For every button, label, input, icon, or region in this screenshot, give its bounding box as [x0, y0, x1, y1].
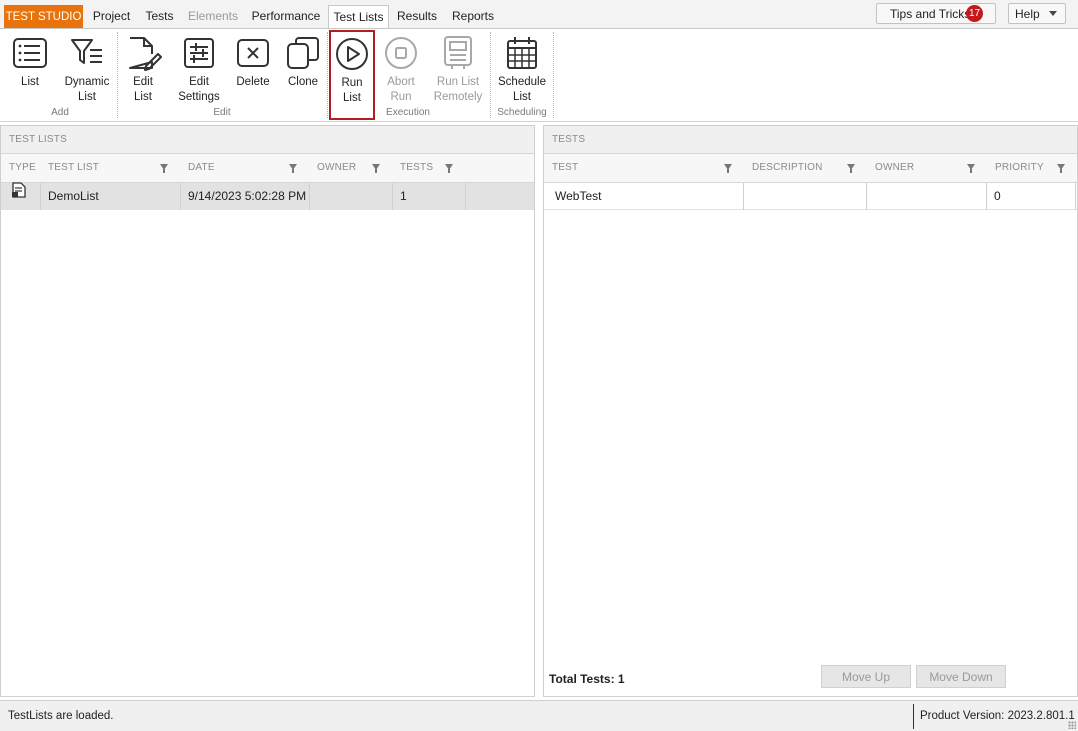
- tests-panel: TESTS TEST DESCRIPTION OWNER PRIORITY We…: [543, 125, 1078, 697]
- col-header-type[interactable]: TYPE: [2, 154, 40, 182]
- group-label-execution: Execution: [386, 107, 430, 118]
- play-icon: [333, 35, 371, 73]
- status-bar: TestLists are loaded. Product Version: 2…: [0, 700, 1078, 731]
- test-lists-column-headers: TYPE TEST LIST DATE OWNER TESTS: [1, 154, 534, 183]
- help-label: Help: [1015, 6, 1040, 21]
- clone-label: Clone: [287, 76, 319, 88]
- tab-reports[interactable]: Reports: [447, 5, 499, 28]
- filter-icon[interactable]: [445, 164, 453, 173]
- row-description: [744, 183, 867, 210]
- edit-list-button[interactable]: Edit List: [123, 34, 163, 108]
- test-list-icon: [10, 181, 28, 209]
- ribbon-toolbar: List Dynamic List Add Edit List Edit Set…: [0, 28, 1078, 122]
- edit-document-icon: [124, 34, 162, 72]
- row-priority: 0: [987, 183, 1076, 210]
- row-type-cell: [1, 181, 41, 210]
- total-tests-label: Total Tests: 1: [549, 672, 625, 686]
- chevron-down-icon: [1049, 11, 1057, 16]
- edit-settings-button[interactable]: Edit Settings: [175, 34, 223, 108]
- dynamic-list-button[interactable]: Dynamic List: [61, 34, 113, 108]
- tests-column-headers: TEST DESCRIPTION OWNER PRIORITY: [544, 154, 1077, 183]
- filter-icon[interactable]: [160, 164, 168, 173]
- run-list-button[interactable]: Run List: [329, 30, 375, 120]
- menu-bar: TEST STUDIO Project Tests Elements Perfo…: [0, 0, 1078, 29]
- col-header-test[interactable]: TEST: [545, 154, 743, 182]
- stop-icon: [382, 34, 420, 72]
- resize-grip-icon[interactable]: [1068, 721, 1076, 729]
- move-up-button[interactable]: Move Up: [821, 665, 911, 688]
- status-message: TestLists are loaded.: [8, 710, 114, 722]
- test-lists-panel: TEST LISTS TYPE TEST LIST DATE OWNER TES…: [0, 125, 535, 697]
- row-owner: [310, 183, 393, 210]
- group-separator: [490, 32, 491, 118]
- abort-run-label: Abort Run: [387, 76, 415, 103]
- filter-icon[interactable]: [967, 164, 975, 173]
- tips-count-badge: 17: [966, 5, 983, 22]
- delete-button[interactable]: Delete: [233, 34, 273, 108]
- test-studio-tab[interactable]: TEST STUDIO: [4, 5, 83, 28]
- tips-label: Tips and Tricks: [890, 6, 971, 21]
- tab-results[interactable]: Results: [393, 5, 441, 28]
- test-lists-panel-title: TEST LISTS: [1, 126, 534, 154]
- edit-list-label: Edit List: [133, 76, 153, 103]
- move-down-button[interactable]: Move Down: [916, 665, 1006, 688]
- settings-sliders-icon: [180, 34, 218, 72]
- col-header-test-list[interactable]: TEST LIST: [41, 154, 179, 182]
- tab-tests[interactable]: Tests: [140, 5, 179, 28]
- calendar-icon: [503, 34, 541, 72]
- schedule-list-button[interactable]: Schedule List: [495, 34, 549, 108]
- tab-elements[interactable]: Elements: [184, 5, 242, 28]
- clone-button[interactable]: Clone: [283, 34, 323, 108]
- dynamic-list-label: Dynamic List: [64, 76, 110, 103]
- status-divider: [913, 704, 914, 729]
- table-row[interactable]: WebTest 0: [544, 183, 1077, 210]
- list-icon: [11, 34, 49, 72]
- run-remotely-button[interactable]: Run List Remotely: [430, 34, 486, 108]
- schedule-list-label: Schedule List: [498, 76, 546, 103]
- row-test-name: WebTest: [548, 183, 744, 210]
- table-row[interactable]: DemoList 9/14/2023 5:02:28 PM 1: [1, 181, 534, 210]
- delete-icon: [234, 34, 272, 72]
- col-header-tests[interactable]: TESTS: [393, 154, 465, 182]
- row-test-list-name: DemoList: [41, 183, 181, 210]
- help-dropdown[interactable]: Help: [1008, 3, 1066, 24]
- run-list-label: Run List: [341, 77, 363, 104]
- product-version: Product Version: 2023.2.801.1: [920, 710, 1075, 722]
- row-date: 9/14/2023 5:02:28 PM: [181, 183, 310, 210]
- group-separator: [327, 32, 328, 118]
- tab-test-lists[interactable]: Test Lists: [328, 5, 389, 29]
- new-list-label: List: [21, 76, 39, 88]
- group-separator: [117, 32, 118, 118]
- filter-icon[interactable]: [847, 164, 855, 173]
- filter-icon[interactable]: [1057, 164, 1065, 173]
- filter-icon[interactable]: [289, 164, 297, 173]
- new-list-button[interactable]: List: [9, 34, 51, 108]
- group-label-scheduling: Scheduling: [497, 107, 547, 118]
- group-label-add: Add: [51, 107, 69, 118]
- filter-icon[interactable]: [724, 164, 732, 173]
- remote-computer-icon: [439, 34, 477, 72]
- tips-and-tricks-button[interactable]: Tips and Tricks 17: [876, 3, 996, 24]
- group-label-edit: Edit: [213, 107, 231, 118]
- clone-icon: [284, 34, 322, 72]
- run-remotely-label: Run List Remotely: [433, 76, 483, 103]
- tab-project[interactable]: Project: [87, 5, 136, 28]
- row-owner: [867, 183, 987, 210]
- group-separator: [553, 32, 554, 118]
- tab-performance[interactable]: Performance: [247, 5, 325, 28]
- row-tests-count: 1: [393, 183, 466, 210]
- filter-icon[interactable]: [372, 164, 380, 173]
- filter-list-icon: [68, 34, 106, 72]
- tests-panel-title: TESTS: [544, 126, 1077, 154]
- delete-label: Delete: [236, 76, 270, 88]
- abort-run-button[interactable]: Abort Run: [380, 34, 422, 108]
- edit-settings-label: Edit Settings: [178, 76, 220, 103]
